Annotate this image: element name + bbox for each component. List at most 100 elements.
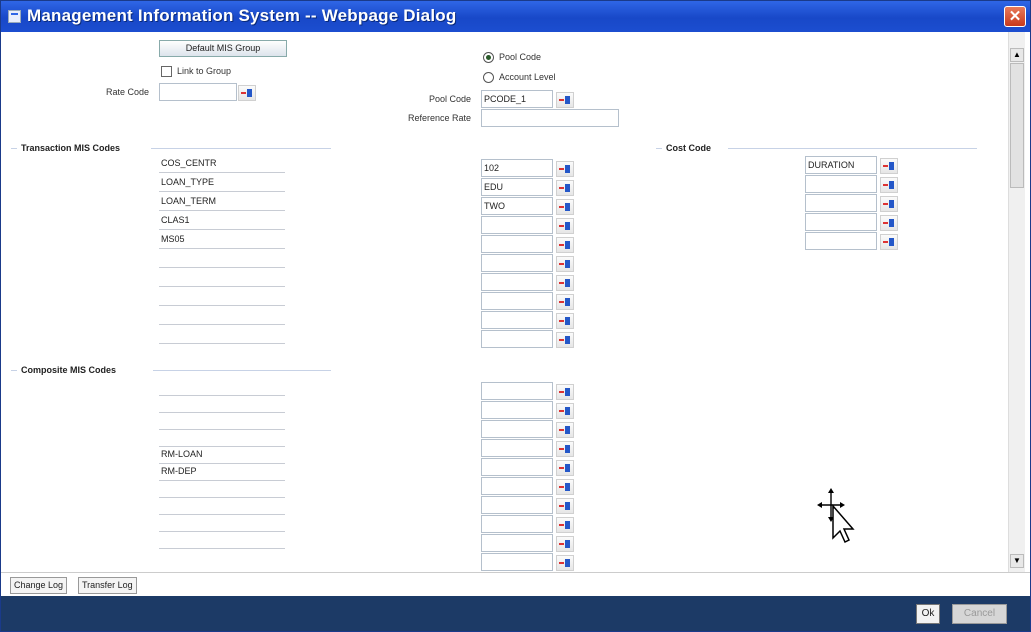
pool-code-radio[interactable] [483,52,494,63]
composite-mis-value-lov-button[interactable] [556,441,574,457]
default-mis-group-button[interactable]: Default MIS Group [159,40,287,57]
rate-code-input[interactable] [159,83,237,101]
cost-code-lov-button[interactable] [880,177,898,193]
composite-mis-value-input[interactable] [481,382,553,400]
mis-class-row: LOAN_TERM [159,193,285,211]
transaction-mis-line [151,148,331,149]
mis-class-row [159,531,285,549]
transaction-mis-value-lov-button[interactable] [556,275,574,291]
composite-mis-value-lov-button[interactable] [556,498,574,514]
composite-mis-value-lov-button[interactable] [556,479,574,495]
composite-mis-line-left [11,370,17,371]
mis-class-row [159,514,285,532]
composite-mis-value-input[interactable] [481,401,553,419]
cost-code-line [728,148,977,149]
composite-mis-value-input[interactable] [481,515,553,533]
cost-code-lov-button[interactable] [880,234,898,250]
transaction-mis-value-input[interactable] [481,273,553,291]
move-cursor-icon [817,488,855,544]
mis-class-row: COS_CENTR [159,155,285,173]
pool-code-input[interactable]: PCODE_1 [481,90,553,108]
pool-code-lov-button[interactable] [556,92,574,108]
composite-mis-value-input[interactable] [481,439,553,457]
composite-mis-value-lov-button[interactable] [556,536,574,552]
link-to-group-checkbox[interactable] [161,66,172,77]
tab-change-log[interactable]: Change Log [10,577,68,594]
transaction-mis-value-input[interactable] [481,235,553,253]
scroll-up-icon[interactable]: ▲ [1010,48,1024,62]
mis-class-row [159,307,285,325]
composite-mis-value-lov-button[interactable] [556,403,574,419]
composite-mis-value-input[interactable] [481,496,553,514]
transaction-mis-value-lov-button[interactable] [556,218,574,234]
transaction-mis-line-left [11,148,17,149]
tab-transfer-log[interactable]: Transfer Log [78,577,137,594]
transaction-mis-value-input[interactable] [481,216,553,234]
composite-mis-line [153,370,331,371]
composite-mis-value-input[interactable] [481,553,553,571]
pool-code-radio-label: Pool Code [499,52,542,62]
cost-code-line-left [656,148,662,149]
transaction-mis-value-input[interactable] [481,311,553,329]
composite-mis-value-lov-button[interactable] [556,517,574,533]
scroll-thumb[interactable] [1010,63,1024,188]
transaction-mis-value-input[interactable] [481,330,553,348]
scroll-down-icon[interactable]: ▼ [1010,554,1024,568]
mis-class-row [159,480,285,498]
transaction-mis-value-lov-button[interactable] [556,180,574,196]
transaction-mis-title: Transaction MIS Codes [21,143,121,153]
vertical-scrollbar[interactable]: ▲ ▼ [1008,32,1025,572]
cost-code-lov-button[interactable] [880,215,898,231]
cost-code-input[interactable] [805,232,877,250]
cost-code-input[interactable]: DURATION [805,156,877,174]
transaction-mis-value-lov-button[interactable] [556,332,574,348]
composite-mis-title: Composite MIS Codes [21,365,117,375]
composite-mis-value-input[interactable] [481,534,553,552]
composite-mis-value-lov-button[interactable] [556,555,574,571]
mis-class-row: MS05 [159,231,285,249]
mis-class-row [159,395,285,413]
cost-code-lov-button[interactable] [880,196,898,212]
transaction-mis-value-input[interactable]: EDU [481,178,553,196]
pool-code-label: Pool Code [428,94,471,104]
dialog-content: Default MIS Group Link to Group Rate Cod… [1,32,1008,572]
window-title: Management Information System -- Webpage… [27,6,457,25]
mis-class-row: LOAN_TYPE [159,174,285,192]
composite-mis-value-lov-button[interactable] [556,422,574,438]
cost-code-title: Cost Code [666,143,711,153]
cost-code-input[interactable] [805,175,877,193]
composite-mis-value-lov-button[interactable] [556,460,574,476]
title-bar[interactable]: Management Information System -- Webpage… [1,1,1030,32]
transaction-mis-value-lov-button[interactable] [556,161,574,177]
reference-rate-input[interactable] [481,109,619,127]
transaction-mis-value-input[interactable] [481,254,553,272]
mis-class-row: RM-DEP [159,463,285,481]
transaction-mis-value-lov-button[interactable] [556,294,574,310]
cost-code-lov-button[interactable] [880,158,898,174]
transaction-mis-value-input[interactable] [481,292,553,310]
close-button[interactable]: ✕ [1004,6,1026,27]
transaction-mis-value-lov-button[interactable] [556,237,574,253]
account-level-radio[interactable] [483,72,494,83]
cost-code-input[interactable] [805,194,877,212]
ok-button[interactable]: Ok [916,604,940,624]
composite-mis-value-input[interactable] [481,458,553,476]
transaction-mis-value-lov-button[interactable] [556,199,574,215]
transaction-mis-value-input[interactable]: 102 [481,159,553,177]
composite-mis-value-input[interactable] [481,420,553,438]
mis-class-row [159,269,285,287]
transaction-mis-value-input[interactable]: TWO [481,197,553,215]
mis-class-row [159,378,285,396]
rate-code-lov-button[interactable] [238,85,256,101]
transaction-mis-value-lov-button[interactable] [556,256,574,272]
mis-class-row [159,250,285,268]
transaction-mis-value-lov-button[interactable] [556,313,574,329]
cost-code-input[interactable] [805,213,877,231]
mis-class-row [159,497,285,515]
composite-mis-value-input[interactable] [481,477,553,495]
composite-mis-value-lov-button[interactable] [556,384,574,400]
mis-class-row: RM-LOAN [159,446,285,464]
account-level-radio-label: Account Level [499,72,556,82]
cancel-button[interactable]: Cancel [952,604,1007,624]
mis-class-row [159,288,285,306]
